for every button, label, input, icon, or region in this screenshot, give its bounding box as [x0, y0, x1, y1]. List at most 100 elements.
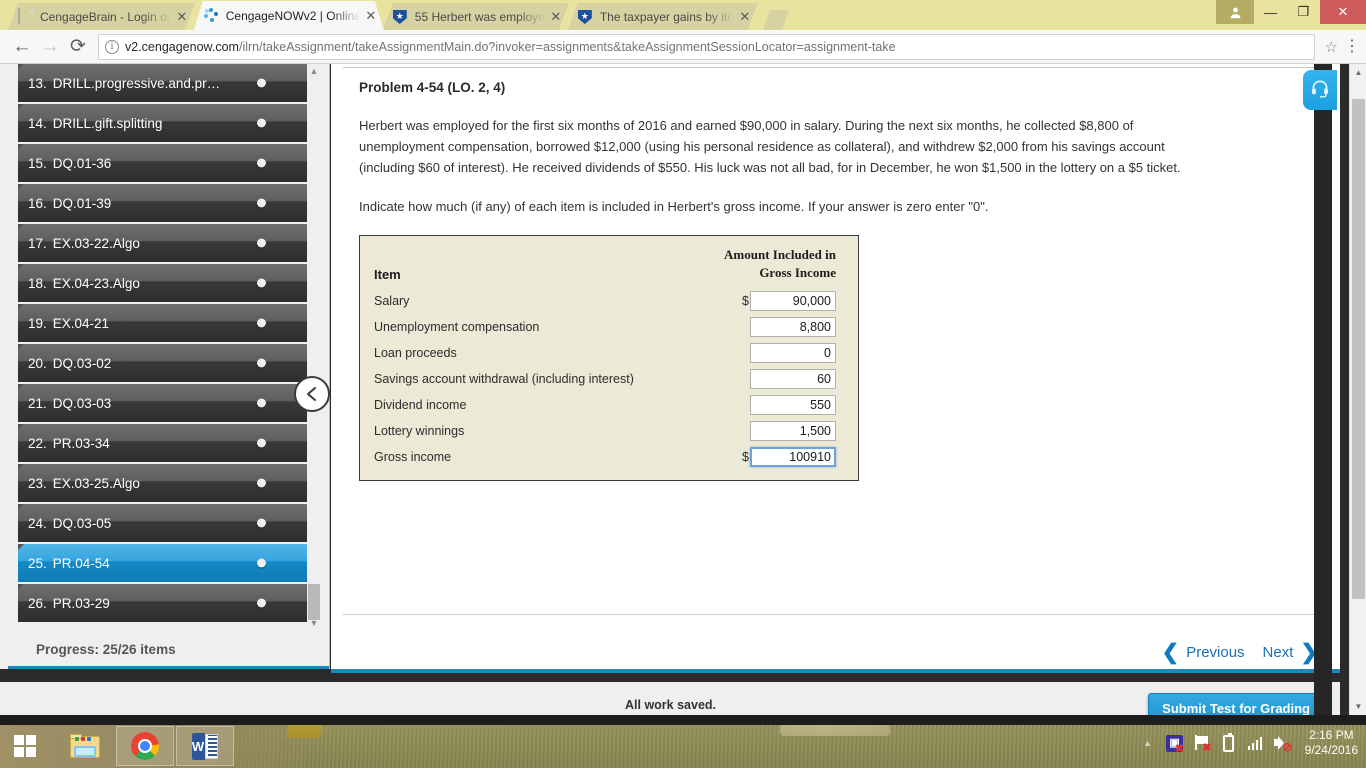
- answer-table-body: Salary$Unemployment compensation$Loan pr…: [374, 288, 836, 470]
- file-explorer-icon: [70, 734, 100, 758]
- volume-muted-icon[interactable]: ⊘: [1273, 734, 1293, 753]
- amount-input-dividend-income[interactable]: [750, 395, 836, 415]
- sidebar-item-status-dot: [257, 558, 266, 568]
- close-icon[interactable]: ✕: [738, 10, 752, 24]
- network-signal-icon[interactable]: [1247, 734, 1265, 752]
- assignment-item-list: 13. DRILL.progressive.and.pr… 14. DRILL.gif…: [18, 64, 308, 634]
- show-hidden-icons-chevron-icon[interactable]: ▲: [1139, 734, 1157, 752]
- next-button-label: Next: [1262, 644, 1294, 661]
- amount-input-unemployment-compensation[interactable]: [750, 317, 836, 337]
- amount-input-lottery-winnings[interactable]: [750, 421, 836, 441]
- close-window-button[interactable]: ✕: [1320, 0, 1366, 24]
- minimize-button[interactable]: —: [1254, 0, 1287, 24]
- browser-tab-1[interactable]: CengageBrain - Login or ✕: [8, 3, 195, 30]
- sidebar-item-drill-gift-splitting[interactable]: 14. DRILL.gift.splitting: [18, 104, 308, 144]
- forward-button[interactable]: →: [36, 33, 64, 61]
- support-chat-button[interactable]: [1303, 70, 1337, 110]
- sidebar-item-ex-04-21[interactable]: 19. EX.04-21: [18, 304, 308, 344]
- browser-tab-4-title: The taxpayer gains by ite: [599, 9, 734, 24]
- browser-window: CengageBrain - Login or ✕ CengageNOWv2 |…: [0, 0, 1366, 715]
- sidebar-item-pr-03-29[interactable]: 26. PR.03-29: [18, 584, 308, 624]
- sidebar-item-number: 17.: [28, 235, 47, 251]
- sidebar-item-ex-04-23-algo[interactable]: 18. EX.04-23.Algo: [18, 264, 308, 304]
- sidebar-item-dq-03-02[interactable]: 20. DQ.03-02: [18, 344, 308, 384]
- scroll-down-arrow-icon[interactable]: ▼: [308, 616, 320, 630]
- table-row: Lottery winnings $: [374, 418, 836, 444]
- amount-input-loan-proceeds[interactable]: [750, 343, 836, 363]
- sidebar-item-ex-03-22-algo[interactable]: 17. EX.03-22.Algo: [18, 224, 308, 264]
- taskbar-top-strip: [0, 715, 1366, 725]
- sidebar-item-dq-01-39[interactable]: 16. DQ.01-39: [18, 184, 308, 224]
- sidebar-item-status-dot: [257, 318, 266, 328]
- sidebar-item-dq-01-36[interactable]: 15. DQ.01-36: [18, 144, 308, 184]
- scroll-up-arrow-icon[interactable]: ▲: [308, 64, 320, 78]
- browser-menu-icon[interactable]: ⋮: [1344, 38, 1360, 54]
- back-button[interactable]: ←: [8, 33, 36, 61]
- sidebar-item-label: DQ.01-39: [52, 195, 112, 211]
- browser-tab-3[interactable]: ★ 55 Herbert was employe ✕: [383, 3, 569, 30]
- table-row: Unemployment compensation $: [374, 314, 836, 340]
- page-scroll-up-arrow-icon[interactable]: ▲: [1350, 64, 1366, 81]
- new-tab-button[interactable]: [763, 10, 789, 30]
- sidebar-item-pr-03-34[interactable]: 22. PR.03-34: [18, 424, 308, 464]
- chrome-icon: [131, 732, 159, 760]
- clock-date: 9/24/2016: [1304, 743, 1358, 757]
- bookmark-star-icon[interactable]: ☆: [1325, 38, 1338, 56]
- taskbar-clock[interactable]: 2:16 PM 9/24/2016: [1305, 728, 1358, 758]
- submit-test-button[interactable]: Submit Test for Grading: [1148, 693, 1324, 715]
- sidebar-item-dq-03-03[interactable]: 21. DQ.03-03: [18, 384, 308, 424]
- row-label: Salary: [374, 294, 410, 308]
- sidebar-scrollbar[interactable]: ▲ ▼: [307, 64, 321, 634]
- collapse-sidebar-button[interactable]: [294, 376, 330, 412]
- column-header-amount: Amount Included in Gross Income: [646, 246, 836, 288]
- close-icon[interactable]: ✕: [175, 10, 189, 24]
- column-header-item: Item: [374, 267, 401, 282]
- start-button[interactable]: [0, 724, 50, 768]
- sidebar-scrollbar-thumb[interactable]: [308, 584, 320, 620]
- address-bar[interactable]: i v2.cengagenow.com /ilrn/takeAssignment…: [98, 33, 1315, 60]
- sidebar-item-label: EX.04-21: [52, 315, 110, 331]
- browser-tab-4[interactable]: ★ The taxpayer gains by ite ✕: [568, 3, 758, 30]
- reload-button[interactable]: ⟳: [64, 33, 92, 61]
- column-header-amount-line1: Amount Included in: [724, 247, 836, 262]
- row-amount-cell: $: [646, 392, 836, 418]
- taskbar-item-google-chrome[interactable]: [116, 726, 174, 766]
- row-amount-cell: $: [646, 444, 836, 470]
- amount-input-salary[interactable]: [750, 291, 836, 311]
- battery-icon[interactable]: [1220, 732, 1238, 752]
- sidebar-item-number: 23.: [28, 475, 47, 491]
- row-label: Unemployment compensation: [374, 320, 540, 334]
- sidebar-item-number: 22.: [28, 435, 47, 451]
- page-scrollbar-thumb[interactable]: [1352, 99, 1365, 599]
- amount-input-gross-income[interactable]: [750, 447, 836, 467]
- sidebar-item-ex-03-25-algo[interactable]: 23. EX.03-25.Algo: [18, 464, 308, 504]
- sidebar-bottom-rule: [8, 666, 329, 669]
- action-center-flag-icon[interactable]: ✖: [1193, 734, 1212, 754]
- browser-tab-2[interactable]: CengageNOWv2 | Online ✕: [194, 1, 384, 30]
- sidebar-item-pr-04-54[interactable]: 25. PR.04-54: [18, 544, 308, 584]
- maximize-button[interactable]: ❐: [1287, 0, 1320, 24]
- url-path: /ilrn/takeAssignment/takeAssignmentMain.…: [238, 39, 896, 54]
- windows-defender-icon[interactable]: ▣ ✖: [1166, 734, 1184, 754]
- page-scroll-down-arrow-icon[interactable]: ▼: [1350, 698, 1366, 715]
- page-scrollbar[interactable]: ▲ ▼: [1349, 64, 1366, 715]
- profile-avatar-button[interactable]: [1216, 0, 1254, 24]
- amount-input-savings-account-withdrawal-including-interest[interactable]: [750, 369, 836, 389]
- browser-tab-strip: CengageBrain - Login or ✕ CengageNOWv2 |…: [0, 0, 1366, 30]
- site-info-icon[interactable]: i: [105, 39, 119, 54]
- sidebar-item-drill-progressive-and-pr[interactable]: 13. DRILL.progressive.and.pr…: [18, 64, 308, 104]
- previous-button[interactable]: ❮ Previous: [1162, 642, 1245, 663]
- column-header-amount-line2: Gross Income: [759, 265, 836, 280]
- next-button[interactable]: Next ❯: [1262, 642, 1318, 663]
- close-icon[interactable]: ✕: [549, 10, 563, 24]
- sidebar-item-label: PR.04-54: [52, 555, 110, 571]
- headset-icon: [1310, 78, 1330, 103]
- close-icon[interactable]: ✕: [364, 9, 378, 23]
- table-row: Dividend income $: [374, 392, 836, 418]
- sidebar-item-dq-03-05[interactable]: 24. DQ.03-05: [18, 504, 308, 544]
- taskbar-item-file-explorer[interactable]: [56, 726, 114, 766]
- chevron-left-icon: [305, 386, 319, 402]
- sidebar-item-number: 25.: [28, 555, 47, 571]
- taskbar-item-microsoft-word[interactable]: W: [176, 726, 234, 766]
- sidebar-item-number: 19.: [28, 315, 47, 331]
